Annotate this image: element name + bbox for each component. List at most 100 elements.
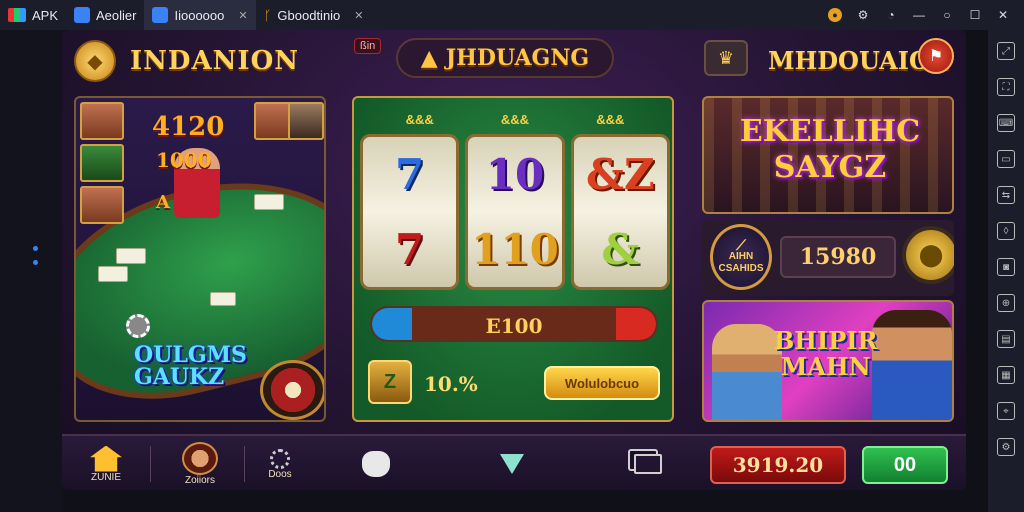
expand-icon[interactable]: ⤢ xyxy=(997,42,1015,60)
player-portrait xyxy=(288,102,324,140)
reel-symbol: 110 xyxy=(471,224,559,274)
game-icon: ᚴ xyxy=(263,7,272,23)
settings-icon[interactable]: ⚙ xyxy=(997,438,1015,456)
location-icon[interactable]: ⌖ xyxy=(997,402,1015,420)
slot-header-label: &&& xyxy=(596,112,625,127)
promo-man xyxy=(872,310,952,420)
slot-reel: &Z & xyxy=(570,134,670,290)
indicator-dot xyxy=(33,246,38,251)
tab-gboodtinio[interactable]: ᚴ Gboodtinio ✕ xyxy=(256,0,372,30)
nav-profile[interactable]: Zoiiors xyxy=(170,442,230,486)
crown-icon[interactable]: ♛ xyxy=(704,40,748,76)
tab-active-game[interactable]: Iioooooo ✕ xyxy=(144,0,256,30)
reel-symbol: &Z xyxy=(586,149,655,199)
macro-icon[interactable]: ▦ xyxy=(997,366,1015,384)
clock-icon[interactable]: ◔ xyxy=(884,8,898,22)
left-gutter xyxy=(0,30,62,512)
banner-title: EKELLIHC SAYGZ xyxy=(724,114,936,186)
tab-label: Gboodtinio xyxy=(277,7,341,23)
restore-icon[interactable]: ○ xyxy=(940,8,954,22)
card-stack xyxy=(116,248,146,264)
tab-aeolier[interactable]: Aeolier xyxy=(66,0,144,30)
maximize-icon[interactable]: ☐ xyxy=(968,8,982,22)
card-stack xyxy=(210,292,236,306)
progress-label: E100 xyxy=(485,314,543,338)
chip-icon xyxy=(270,448,290,469)
avatar xyxy=(182,442,218,475)
roulette-wheel xyxy=(260,360,324,420)
slot-reel: 10 110 xyxy=(465,134,565,290)
minimize-icon[interactable]: — xyxy=(912,8,926,22)
gold-coin-icon[interactable]: ⬤ xyxy=(902,226,954,284)
nav-chips[interactable]: Doos xyxy=(250,442,310,486)
slot-machine-panel[interactable]: &&& &&& &&& 7 7 10 110 &Z & E100 Z 10.% … xyxy=(352,96,674,422)
emulator-sidebar: ⤢ ⛶ ⌨ ▭ ⇆ ◊ ◙ ⊕ ▤ ▦ ⌖ ⚙ xyxy=(988,30,1024,512)
reel-symbol: 7 xyxy=(395,149,425,199)
shake-icon[interactable]: ◊ xyxy=(997,222,1015,240)
close-tab-icon[interactable]: ✕ xyxy=(238,9,247,22)
tab-label: Aeolier xyxy=(96,7,137,23)
promo-title-line2: MAHN xyxy=(780,352,871,381)
reward-value: 15980 xyxy=(780,236,896,278)
nav-home-label: ZUNIE xyxy=(91,471,121,483)
notification-icon[interactable]: ⚙ xyxy=(856,8,870,22)
app-tab-apk[interactable]: APK xyxy=(0,0,66,30)
player-portrait xyxy=(80,186,124,224)
cards-icon xyxy=(634,454,662,474)
nav-store[interactable] xyxy=(346,442,406,486)
apk-label: APK xyxy=(32,7,59,23)
poker-chip xyxy=(126,314,150,338)
slot-reel: 7 7 xyxy=(360,134,460,290)
promo-woman xyxy=(712,324,782,420)
banner-title-line2: SAYGZ xyxy=(773,150,887,185)
profile-button[interactable]: ⚑ xyxy=(918,38,954,74)
balance-button[interactable]: 3919.20 xyxy=(710,446,846,484)
apk-logo-icon xyxy=(8,8,26,22)
reward-badge[interactable]: ⟋ AIHN CSAHIDS xyxy=(710,224,772,290)
screen-icon[interactable]: ▭ xyxy=(997,150,1015,168)
apple-icon xyxy=(362,451,390,477)
fullscreen-icon[interactable]: ⛶ xyxy=(997,78,1015,96)
left-title: INDANION xyxy=(130,46,299,76)
folder-icon[interactable]: ▤ xyxy=(997,330,1015,348)
go-button[interactable]: 00 xyxy=(862,446,948,484)
apk-install-icon[interactable]: ⊕ xyxy=(997,294,1015,312)
sync-icon[interactable]: ⇆ xyxy=(997,186,1015,204)
reel-symbol: & xyxy=(601,224,640,274)
camera-icon[interactable]: ◙ xyxy=(997,258,1015,276)
badge-line1: AIHN xyxy=(728,251,754,262)
badge-arrow-icon: ⟋ xyxy=(736,237,746,253)
close-tab-icon[interactable]: ✕ xyxy=(354,9,363,22)
card-stack xyxy=(98,266,128,282)
promo-banner[interactable]: BHIPIR MAHN xyxy=(702,300,954,422)
poker-table-panel[interactable]: 4120 1000 A OULGMS GAUKZ xyxy=(74,96,326,422)
emblem-icon[interactable]: ◆ xyxy=(74,40,116,82)
nav-gems[interactable] xyxy=(482,442,542,486)
game-viewport: ◆ INDANION ßin ▲ JHDUAGNG ♛ MHDOUAIOA ⚑ … xyxy=(62,30,966,490)
slot-header: &&& &&& &&& xyxy=(372,112,658,134)
app-icon xyxy=(74,7,91,23)
nav-cards[interactable] xyxy=(618,442,678,486)
coin-icon[interactable]: ● xyxy=(828,8,842,22)
game-logo-line2: GAUKZ xyxy=(134,364,225,390)
featured-game-banner[interactable]: EKELLIHC SAYGZ xyxy=(702,96,954,214)
nav-home[interactable]: ZUNIE xyxy=(76,442,136,486)
close-window-icon[interactable]: ✕ xyxy=(996,8,1010,22)
home-icon xyxy=(90,445,122,472)
bottom-nav: ZUNIE Zoiiors Doos 3919.20 00 xyxy=(62,434,966,490)
table-number: A xyxy=(156,192,170,213)
spin-button[interactable]: Wolulobcuo xyxy=(544,366,660,400)
reel-symbol: 7 xyxy=(395,224,425,274)
keyboard-icon[interactable]: ⌨ xyxy=(997,114,1015,132)
center-title-banner: ▲ JHDUAGNG xyxy=(396,38,614,78)
reel-symbol: 10 xyxy=(485,149,545,199)
bonus-icon[interactable]: Z xyxy=(368,360,412,404)
table-number: 4120 xyxy=(152,112,225,142)
player-portrait xyxy=(80,144,124,182)
center-title: JHDUAGNG xyxy=(445,45,590,71)
slot-header-label: &&& xyxy=(405,112,434,127)
badge-line2: CSAHIDS xyxy=(718,263,764,274)
player-portrait xyxy=(80,102,124,140)
bell-icon: ▲ xyxy=(420,45,438,71)
reward-row: ⟋ AIHN CSAHIDS 15980 ⬤ xyxy=(702,220,954,296)
